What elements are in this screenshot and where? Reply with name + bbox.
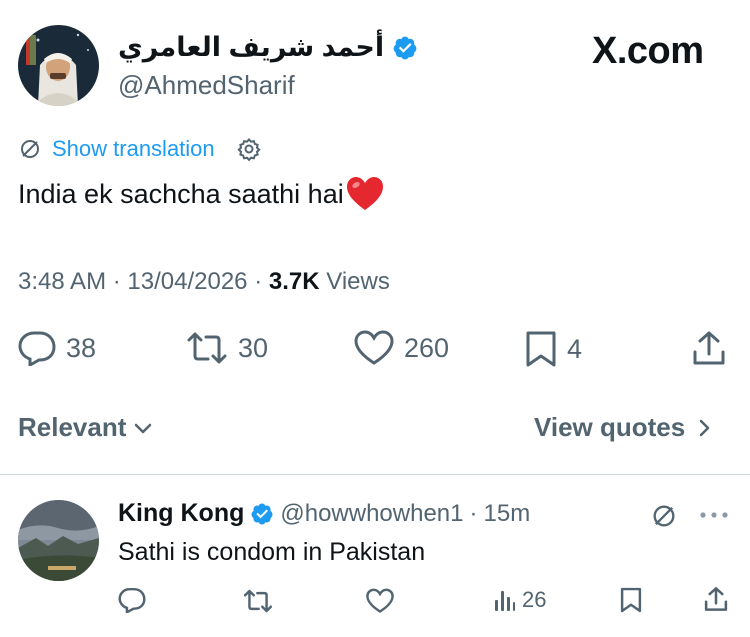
reply-text: Sathi is condom in Pakistan <box>118 538 426 566</box>
sort-label: Relevant <box>18 412 127 442</box>
view-quotes-label: View quotes <box>534 412 686 442</box>
author-handle[interactable]: @AhmedSharif <box>118 70 295 101</box>
reply-translate-icon[interactable] <box>650 502 678 530</box>
reply-repost-button[interactable] <box>243 588 273 614</box>
gear-icon[interactable] <box>236 137 261 161</box>
repost-icon <box>243 588 273 614</box>
reply-button[interactable]: 38 <box>18 330 96 366</box>
divider <box>0 474 750 475</box>
reply-bookmark-button[interactable] <box>620 587 642 613</box>
repost-count: 30 <box>238 332 269 363</box>
bookmark-button[interactable]: 4 <box>525 330 582 368</box>
views-label: Views <box>326 268 390 295</box>
reply-views-button[interactable]: 26 <box>494 587 546 613</box>
tweet-time[interactable]: 3:48 AM <box>18 268 106 295</box>
views-count: 3.7K <box>268 268 320 295</box>
bookmark-icon <box>525 330 557 368</box>
reply-reply-button[interactable] <box>118 587 146 613</box>
like-icon <box>366 588 394 614</box>
share-icon <box>704 586 728 612</box>
chevron-down-icon <box>132 417 154 439</box>
bookmark-icon <box>620 587 642 613</box>
show-translation-link[interactable]: Show translation <box>52 136 215 162</box>
share-button[interactable] <box>692 330 726 366</box>
views-icon <box>494 588 516 612</box>
reply-views-count: 26 <box>522 587 547 612</box>
reply-avatar[interactable] <box>18 500 99 581</box>
author-name[interactable]: أحمد شريف العامري <box>118 32 384 63</box>
like-icon <box>354 330 394 366</box>
reply-icon <box>18 330 56 366</box>
like-button[interactable]: 260 <box>354 330 449 366</box>
verified-badge-icon <box>250 502 274 526</box>
sort-dropdown[interactable]: Relevant <box>18 412 154 443</box>
tweet-date[interactable]: 13/04/2026 <box>127 268 247 295</box>
more-icon[interactable] <box>698 508 730 522</box>
bookmark-count: 4 <box>567 333 583 364</box>
brand-logo: X.com <box>592 30 704 72</box>
repost-button[interactable]: 30 <box>186 330 268 366</box>
reply-avatar-image <box>18 500 99 581</box>
tweet-body: India ek sachcha saathi hai <box>18 178 344 209</box>
author-name-row: أحمد شريف العامري <box>118 32 418 63</box>
translation-row: Show translation <box>18 136 261 162</box>
translate-icon <box>18 137 42 161</box>
like-count: 260 <box>404 332 450 363</box>
author-avatar[interactable] <box>18 25 99 106</box>
reply-time[interactable]: 15m <box>484 500 531 528</box>
reply-author-name[interactable]: King Kong <box>118 499 244 528</box>
share-icon <box>692 330 726 366</box>
reply-count: 38 <box>66 332 97 363</box>
reply-share-button[interactable] <box>704 586 728 612</box>
view-quotes-link[interactable]: View quotes <box>534 412 715 443</box>
tweet-text: India ek sachcha saathi hai <box>18 176 384 212</box>
reply-icon <box>118 587 146 613</box>
reply-handle[interactable]: @howwhowhen1 <box>280 500 463 528</box>
verified-badge-icon <box>392 35 418 61</box>
tweet-meta: 3:48 AM · 13/04/2026 · 3.7K Views <box>18 268 390 295</box>
repost-icon <box>186 330 228 366</box>
heart-emoji-icon <box>346 176 384 212</box>
reply-like-button[interactable] <box>366 588 394 614</box>
chevron-right-icon <box>695 417 715 439</box>
reply-header: King Kong @howwhowhen1 · 15m <box>118 499 531 528</box>
avatar-image <box>18 25 99 106</box>
